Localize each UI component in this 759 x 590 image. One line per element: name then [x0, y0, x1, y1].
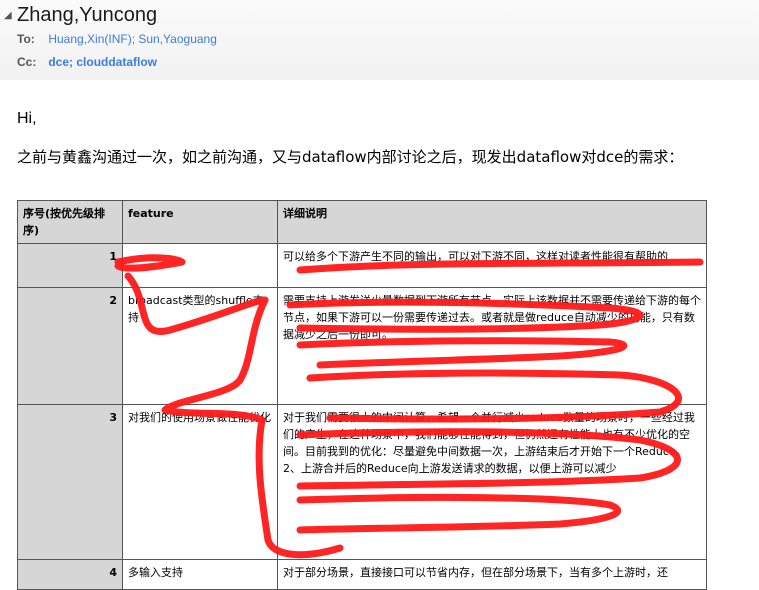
row-number: 2	[17, 287, 123, 405]
sender-name: Zhang,Yuncong	[17, 4, 158, 26]
row-feature: broadcast类型的shuffle支持	[122, 287, 278, 405]
greeting: Hi,	[17, 110, 37, 127]
intro-text: 之前与黄鑫沟通过一次，如之前沟通，又与dataflow内部讨论之后，现发出dat…	[17, 148, 684, 166]
to-line: To: Huang,Xin(INF); Sun,Yaoguang	[17, 32, 217, 46]
row-detail: 对于部分场景，直接接口可以节省内存，但在部分场景下，当有多个上游时，还	[277, 559, 707, 590]
table-row: 2 broadcast类型的shuffle支持 需要支持上游发送少量数据到下游所…	[17, 287, 707, 405]
table-row: 4 多输入支持 对于部分场景，直接接口可以节省内存，但在部分场景下，当有多个上游…	[17, 559, 707, 590]
column-header: 详细说明	[277, 200, 707, 244]
cc-line: Cc: dce; clouddataflow	[17, 55, 157, 69]
collapse-triangle-icon[interactable]: ◢	[4, 10, 12, 21]
requirements-table: 序号(按优先级排序) feature 详细说明 1 可以给多个下游产生不同的输出…	[17, 200, 707, 590]
row-detail: 对于我们需要很大的中间计算，希望一个并行减少reduce数量的场景时，一些经过我…	[277, 404, 707, 560]
row-number: 1	[17, 243, 123, 288]
row-number: 4	[17, 559, 123, 590]
row-number: 3	[17, 404, 123, 560]
to-recipients[interactable]: Huang,Xin(INF); Sun,Yaoguang	[48, 32, 217, 46]
row-feature: 多输入支持	[122, 559, 278, 590]
table-header-row: 序号(按优先级排序) feature 详细说明	[17, 200, 707, 244]
cc-label: Cc:	[17, 55, 37, 69]
table-row: 3 对我们的使用场景做性能优化 对于我们需要很大的中间计算，希望一个并行减少re…	[17, 404, 707, 560]
table-row: 1 可以给多个下游产生不同的输出，可以对下游不同，这样对读者性能很有帮助的	[17, 243, 707, 288]
column-header: feature	[122, 200, 278, 244]
row-feature: 对我们的使用场景做性能优化	[122, 404, 278, 560]
row-detail: 可以给多个下游产生不同的输出，可以对下游不同，这样对读者性能很有帮助的	[277, 243, 707, 288]
mail-header: ◢ Zhang,Yuncong To: Huang,Xin(INF); Sun,…	[0, 0, 759, 80]
row-detail: 需要支持上游发送少量数据到下游所有节点。实际上该数据并不需要传递给下游的每个节点…	[277, 287, 707, 405]
cc-recipients[interactable]: dce; clouddataflow	[48, 55, 157, 69]
to-label: To:	[17, 32, 35, 46]
column-header: 序号(按优先级排序)	[17, 200, 123, 244]
row-feature	[122, 243, 278, 288]
